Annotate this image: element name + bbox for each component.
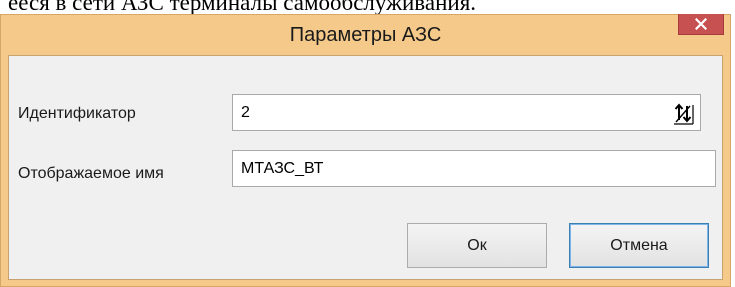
dialog-titlebar[interactable]: Параметры АЗС bbox=[1, 14, 730, 55]
identifier-field[interactable]: 2 bbox=[232, 94, 701, 131]
close-button[interactable] bbox=[678, 14, 724, 35]
identifier-value: 2 bbox=[241, 104, 250, 121]
station-params-dialog: Параметры АЗС Идентификатор 2 Отображаем… bbox=[0, 14, 731, 287]
screenshot-canvas: ееся в сети АЗС терминалы самообслуживан… bbox=[0, 0, 735, 287]
display-name-field[interactable] bbox=[232, 150, 716, 187]
identifier-label: Идентификатор bbox=[18, 105, 136, 122]
ok-button[interactable]: Ок bbox=[407, 223, 547, 268]
display-name-label: Отображаемое имя bbox=[18, 165, 164, 182]
cancel-button[interactable]: Отмена bbox=[569, 223, 709, 268]
dialog-title: Параметры АЗС bbox=[289, 24, 442, 46]
spinner-up-down-icon[interactable] bbox=[672, 101, 694, 125]
dialog-content: Идентификатор 2 Отображаемое имя Ок Отме… bbox=[8, 55, 723, 280]
close-icon bbox=[695, 18, 707, 30]
